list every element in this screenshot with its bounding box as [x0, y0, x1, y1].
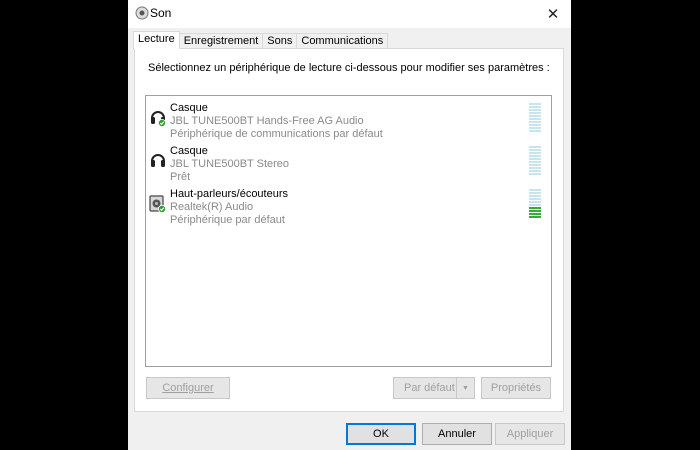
device-name: Casque: [170, 102, 208, 114]
level-segment: [529, 115, 541, 117]
device-item-headset-stereo[interactable]: Casque JBL TUNE500BT Stereo Prêt: [146, 141, 551, 183]
level-segment: [529, 152, 541, 154]
level-segment: [529, 173, 541, 175]
level-segment: [529, 201, 541, 203]
level-segment: [529, 216, 541, 218]
set-default-label: Par défaut: [404, 382, 455, 394]
level-segment: [529, 118, 541, 120]
chevron-down-icon[interactable]: ▼: [456, 378, 474, 398]
device-description: JBL TUNE500BT Stereo: [170, 158, 290, 170]
level-meter: [529, 146, 541, 175]
properties-button[interactable]: Propriétés: [481, 377, 551, 399]
tab-sons[interactable]: Sons: [262, 33, 298, 49]
cancel-label: Annuler: [438, 428, 476, 440]
speaker-app-icon: [135, 6, 149, 20]
level-segment: [529, 207, 541, 209]
speaker-icon: [149, 195, 166, 213]
device-status: Périphérique de communications par défau…: [170, 128, 383, 140]
headset-icon: [151, 111, 166, 127]
instruction-text: Sélectionnez un périphérique de lecture …: [148, 62, 550, 74]
properties-label: Propriétés: [490, 382, 542, 394]
ok-button[interactable]: OK: [346, 423, 416, 445]
sound-dialog: Son ✕ Lecture Enregistrement Sons Commun…: [128, 0, 571, 450]
device-description: JBL TUNE500BT Hands-Free AG Audio: [170, 115, 364, 127]
level-segment: [529, 158, 541, 160]
tab-strip: Lecture Enregistrement Sons Communicatio…: [133, 31, 389, 49]
level-segment: [529, 130, 541, 132]
apply-label: Appliquer: [506, 428, 554, 440]
level-segment: [529, 124, 541, 126]
level-segment: [529, 161, 541, 163]
device-name: Casque: [170, 145, 208, 157]
ok-label: OK: [373, 428, 389, 440]
device-item-headset-handsfree[interactable]: Casque JBL TUNE500BT Hands-Free AG Audio…: [146, 98, 551, 140]
level-segment: [529, 189, 541, 191]
window-title: Son: [150, 6, 172, 20]
level-segment: [529, 195, 541, 197]
level-meter: [529, 189, 541, 218]
tab-communications[interactable]: Communications: [296, 33, 389, 49]
title-bar: Son ✕: [128, 0, 571, 28]
tab-enregistrement[interactable]: Enregistrement: [178, 33, 264, 49]
configure-label: Configurer: [162, 382, 214, 394]
device-status: Prêt: [170, 171, 191, 183]
tab-panel: Sélectionnez un périphérique de lecture …: [134, 48, 564, 412]
level-segment: [529, 192, 541, 194]
apply-button[interactable]: Appliquer: [495, 423, 565, 445]
configure-button[interactable]: Configurer: [146, 377, 230, 399]
level-segment: [529, 204, 541, 206]
level-segment: [529, 164, 541, 166]
close-icon: ✕: [546, 6, 560, 23]
level-segment: [529, 198, 541, 200]
level-segment: [529, 112, 541, 114]
tab-lecture[interactable]: Lecture: [133, 31, 180, 49]
device-status: Périphérique par défaut: [170, 214, 285, 226]
level-segment: [529, 127, 541, 129]
level-segment: [529, 167, 541, 169]
level-segment: [529, 155, 541, 157]
level-segment: [529, 170, 541, 172]
level-segment: [529, 146, 541, 148]
level-segment: [529, 109, 541, 111]
device-list[interactable]: Casque JBL TUNE500BT Hands-Free AG Audio…: [145, 95, 552, 367]
device-name: Haut-parleurs/écouteurs: [170, 188, 289, 200]
headset-icon: [151, 154, 165, 167]
level-segment: [529, 121, 541, 123]
level-segment: [529, 149, 541, 151]
level-segment: [529, 103, 541, 105]
level-segment: [529, 106, 541, 108]
device-description: Realtek(R) Audio: [170, 201, 254, 213]
set-default-button[interactable]: Par défaut ▼: [393, 377, 475, 399]
cancel-button[interactable]: Annuler: [422, 423, 492, 445]
level-segment: [529, 210, 541, 212]
close-button[interactable]: ✕: [535, 0, 571, 28]
device-item-speakers[interactable]: Haut-parleurs/écouteurs Realtek(R) Audio…: [146, 184, 551, 226]
level-segment: [529, 213, 541, 215]
level-meter: [529, 103, 541, 132]
